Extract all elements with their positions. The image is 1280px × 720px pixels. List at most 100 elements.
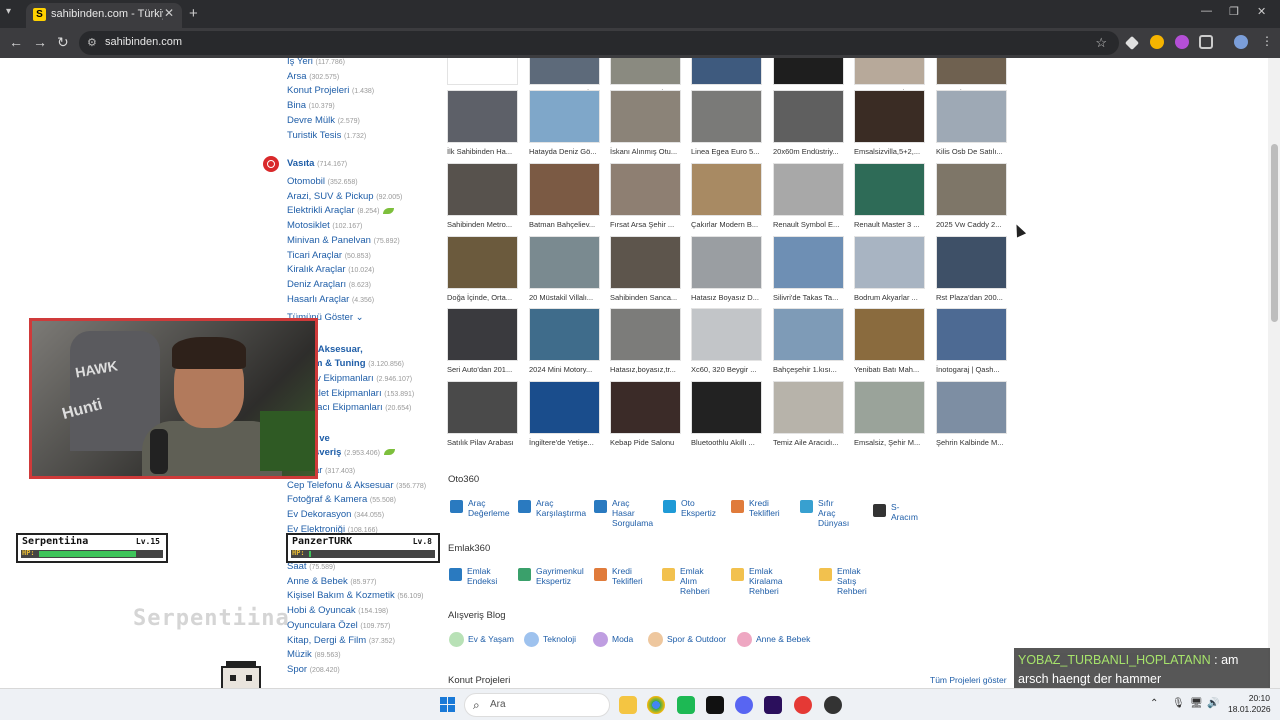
listing-thumbnail[interactable] [447,381,518,434]
premiere-icon[interactable] [764,696,782,714]
listing-caption[interactable]: Sahibinden Sanca... [610,293,690,302]
listing-thumbnail[interactable] [610,381,681,434]
listing-caption[interactable]: Doğa İçinde, Orta... [447,293,527,302]
sidebar-shopping-link[interactable]: Cep Telefonu & Aksesuar (356.778) [287,480,426,491]
listing-thumbnail[interactable] [447,163,518,216]
oto360-tool[interactable]: Sıfır Araç Dünyası [800,498,849,528]
listing-card[interactable]: 2025 Vw Caddy 2... [936,163,1008,229]
listing-card[interactable]: Renault Symbol E... [773,163,845,229]
microphone-icon[interactable]: 🎙 [1172,698,1185,709]
listing-card[interactable]: 20 Müstakil Villalı... [529,236,601,302]
emlak360-tool[interactable]: Emlak Endeksi [449,566,497,586]
blog-category-link[interactable]: Anne & Bebek [737,632,810,647]
sidebar-shopping-link[interactable]: ar (317.403) [314,465,355,476]
listing-caption[interactable]: Rst Plaza'dan 200... [936,293,1016,302]
listing-caption[interactable]: Fırsat Arsa Şehir ... [610,220,690,229]
sidebar-vehicle-link[interactable]: Minivan & Panelvan (75.892) [287,235,400,246]
listing-caption[interactable]: 20 Müstakil Villalı... [529,293,609,302]
extension-purple-icon[interactable] [1175,35,1189,49]
listing-thumbnail[interactable] [610,236,681,289]
alisveris-heading-line2[interactable]: şveriş (2.953.406) [314,447,395,458]
sidebar-shopping-link[interactable]: Oyunculara Özel (109.757) [287,620,390,631]
listing-card[interactable]: İlk Sahibinden Ha... [447,90,519,156]
listing-thumbnail[interactable] [610,58,681,85]
sidebar-vehicle-link[interactable]: Arazi, SUV & Pickup (92.005) [287,191,402,202]
oto360-tool[interactable]: Araç Değerleme [450,498,510,518]
listing-thumbnail[interactable] [936,308,1007,361]
forward-icon[interactable]: → [33,34,47,50]
listing-thumbnail[interactable] [773,308,844,361]
listing-card[interactable]: Bodrum Akyarlar ... [854,236,926,302]
listing-card[interactable]: Kilis Osb De Satılı... [936,90,1008,156]
blog-category-link[interactable]: Moda [593,632,633,647]
volume-icon[interactable]: 🔊 [1207,698,1219,709]
window-close-icon[interactable]: ✕ [1257,5,1266,18]
listing-card[interactable] [447,58,519,89]
listing-thumbnail[interactable] [854,308,925,361]
all-projects-link[interactable]: Tüm Projeleri göster [930,675,1007,685]
maximize-icon[interactable]: ❐ [1229,5,1239,18]
listing-thumbnail[interactable] [854,236,925,289]
listing-thumbnail[interactable] [773,90,844,143]
listing-card[interactable]: Sahibinden Metro... [447,163,519,229]
listing-caption[interactable]: Satılık Pilav Arabası [447,438,527,447]
green-app-icon[interactable] [677,696,695,714]
listing-thumbnail[interactable] [773,236,844,289]
close-tab-icon[interactable]: ✕ [164,6,174,20]
listing-card[interactable]: Renault Master 3 ... [854,163,926,229]
listing-caption[interactable]: Silivri'de Takas Ta... [773,293,853,302]
browser-menu-icon[interactable]: ⋮ [1261,34,1273,48]
listing-thumbnail[interactable] [529,308,600,361]
listing-card[interactable]: Seri Auto'dan 201... [447,308,519,374]
yedek-parca-heading-line2[interactable]: m & Tuning (3.120.856) [314,358,404,369]
listing-thumbnail[interactable] [447,58,518,85]
listing-thumbnail[interactable] [610,163,681,216]
listing-thumbnail[interactable] [529,381,600,434]
listing-caption[interactable]: Hatasız Boyasız D... [691,293,771,302]
listing-card[interactable]: Bluetoothlu Akıllı ... [691,381,763,447]
listing-thumbnail[interactable] [936,90,1007,143]
emlak360-tool[interactable]: Emlak Kiralama Rehberi [731,566,783,596]
discord-icon[interactable] [735,696,753,714]
listing-thumbnail[interactable] [936,381,1007,434]
listing-thumbnail[interactable] [936,236,1007,289]
listing-caption[interactable]: Hatayda Deniz Gö... [529,147,609,156]
listing-thumbnail[interactable] [691,90,762,143]
emlak360-tool[interactable]: Gayrimenkul Ekspertiz [518,566,584,586]
listing-caption[interactable]: 20x60m Endüstriy... [773,147,853,156]
oto360-tool[interactable]: Araç Karşılaştırma [518,498,586,518]
listing-card[interactable]: Şehrin Kalbinde M... [936,381,1008,447]
listing-caption[interactable]: Seri Auto'dan 201... [447,365,527,374]
bookmark-star-icon[interactable]: ☆ [1095,35,1107,51]
oto360-tool[interactable]: Kredi Teklifleri [731,498,780,518]
chrome-icon[interactable] [647,696,665,714]
listing-caption[interactable]: Linea Egea Euro 5... [691,147,771,156]
sidebar-category-link[interactable]: Turistik Tesis (1.732) [287,130,366,141]
sidebar-shopping-link[interactable]: Anne & Bebek (85.977) [287,576,376,587]
minimize-icon[interactable]: — [1201,5,1212,17]
listing-thumbnail[interactable] [854,90,925,143]
obs-icon[interactable] [824,696,842,714]
listing-thumbnail[interactable] [854,381,925,434]
listing-card[interactable]: Hatayda Deniz Gö... [529,90,601,156]
listing-caption[interactable]: Bodrum Akyarlar ... [854,293,934,302]
blog-category-link[interactable]: Teknoloji [524,632,576,647]
listing-caption[interactable]: İngiltere'de Yetişe... [529,438,609,447]
listing-thumbnail[interactable] [447,236,518,289]
listing-card[interactable]: İngiltere'de Yetişe... [529,381,601,447]
listing-caption[interactable]: Kebap Pide Salonu [610,438,690,447]
listing-thumbnail[interactable] [854,58,925,85]
listing-caption[interactable]: İlk Sahibinden Ha... [447,147,527,156]
new-tab-button[interactable]: + [189,5,198,22]
listing-caption[interactable]: İskanı Alınmış Otu... [610,147,690,156]
listing-card[interactable]: Hatasız Boyasız D... [691,236,763,302]
listing-card[interactable]: Silivri'de Takas Ta... [773,236,845,302]
listing-thumbnail[interactable] [529,90,600,143]
listing-thumbnail[interactable] [529,58,600,85]
listing-card[interactable]: 20x60m Endüstriy... [773,90,845,156]
listing-thumbnail[interactable] [610,308,681,361]
listing-thumbnail[interactable] [936,58,1007,85]
oto360-tool[interactable]: S-Aracım [873,502,918,522]
listing-thumbnail[interactable] [447,90,518,143]
sidebar-vehicle-link[interactable]: Elektrikli Araçlar (8.254) [287,205,395,216]
